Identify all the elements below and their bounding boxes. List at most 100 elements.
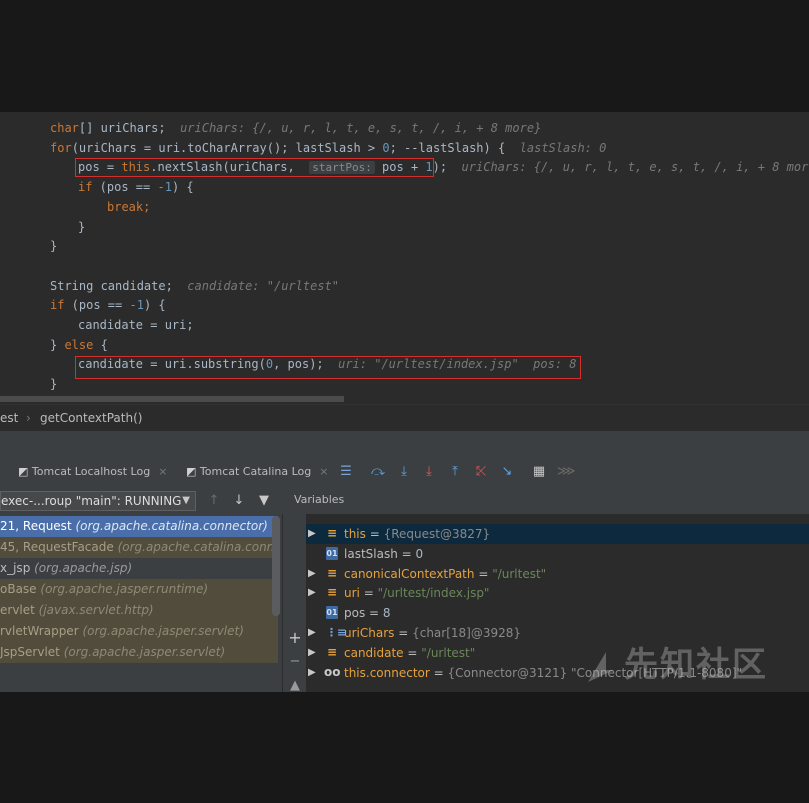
variable-name: canonicalContextPath	[344, 566, 475, 581]
variables-side-toolbar: + − ▲ ▼ ⧉ ∞	[282, 486, 307, 692]
code-line[interactable]: } else {	[50, 335, 108, 355]
editor-horizontal-scrollbar[interactable]	[0, 396, 344, 402]
expand-arrow-icon[interactable]: ▶	[308, 663, 316, 683]
expand-arrow-icon[interactable]: ▶	[308, 643, 316, 663]
frames-scrollbar[interactable]	[272, 516, 280, 616]
code-editor[interactable]: char[] uriChars; uriChars: {/, u, r, l, …	[0, 112, 809, 404]
inline-debug-value: lastSlash: 0	[519, 140, 607, 155]
watermark: 先知社区	[584, 642, 804, 688]
drop-frame-icon[interactable]: ⤪	[473, 464, 489, 480]
code-line[interactable]: String candidate; candidate: "/urltest"	[50, 276, 339, 296]
run-to-cursor-icon[interactable]: ↘	[499, 464, 515, 480]
code-token: ) {	[143, 298, 166, 313]
code-line[interactable]: candidate = uri.substring(0, pos); uri: …	[78, 354, 577, 374]
arrow-up-icon[interactable]: ▲	[287, 678, 303, 692]
code-token: candidate = uri;	[78, 318, 194, 332]
variables-header: Variables	[282, 486, 809, 514]
code-line[interactable]: }	[78, 217, 85, 237]
code-token: (pos ==	[64, 298, 130, 313]
show-execution-point-icon[interactable]: ⤼	[370, 464, 386, 480]
variable-name: uriChars	[344, 626, 395, 640]
variable-value: 0	[415, 546, 424, 561]
stack-frame[interactable]: JspServlet (org.apache.jasper.servlet)	[0, 642, 278, 663]
variable-row[interactable]: ▶ ⋮≡ uriChars = {char[18]@3928}	[306, 623, 809, 643]
expand-arrow-icon[interactable]: ▶	[308, 623, 316, 643]
frame-package: (org.apache.catalina.connector)	[117, 540, 278, 554]
menu-lines-icon[interactable]: ☰	[338, 464, 354, 480]
close-icon[interactable]: ×	[319, 465, 328, 478]
frame-package: (org.apache.jasper.runtime)	[40, 582, 209, 596]
variable-row[interactable]: 01 pos = 8	[306, 603, 809, 623]
variable-text: uri = "/urltest/index.jsp"	[344, 583, 489, 603]
variable-equals: =	[365, 527, 384, 541]
trace-icon[interactable]: ⋙	[557, 464, 576, 480]
expand-arrow-icon[interactable]: ▶	[308, 583, 316, 603]
stack-frame[interactable]: oBase (org.apache.jasper.runtime)	[0, 579, 278, 600]
variable-equals: =	[403, 645, 422, 660]
evaluate-expression-icon[interactable]: ▦	[531, 464, 547, 480]
field-icon: ≡	[326, 526, 338, 540]
tab-tomcat-catalina-log[interactable]: ◩ Tomcat Catalina Log ×	[186, 458, 328, 486]
thread-dropdown[interactable]: exec-...roup "main": RUNNING ▼	[0, 491, 196, 511]
stack-frame[interactable]: x_jsp (org.apache.jsp)	[0, 558, 278, 579]
breadcrumb-class[interactable]: est	[0, 405, 18, 431]
code-line[interactable]: for(uriChars = uri.toCharArray(); lastSl…	[50, 138, 606, 158]
arr-icon: ⋮≡	[326, 626, 347, 639]
plus-icon[interactable]: +	[287, 630, 303, 646]
code-token: }	[78, 219, 86, 234]
frame-method: rvletWrapper	[0, 624, 83, 638]
frame-method: 21, Request	[0, 519, 76, 533]
variable-row[interactable]: ▶ ≡ this = {Request@3827}	[306, 524, 809, 544]
close-icon[interactable]: ×	[158, 465, 167, 478]
variable-value: "/urltest"	[492, 566, 547, 581]
code-line[interactable]: if (pos == -1) {	[50, 295, 166, 315]
watermark-text: 先知社区	[624, 645, 768, 685]
parameter-hint: startPos:	[309, 161, 375, 175]
variable-text: pos = 8	[344, 603, 391, 623]
thread-label: exec-...roup "main": RUNNING	[1, 494, 182, 508]
code-line[interactable]: }	[50, 236, 57, 256]
arrow-down-icon[interactable]: ↓	[231, 493, 247, 509]
frame-package: (org.apache.jasper.servlet)	[63, 645, 226, 659]
code-token: {	[93, 337, 108, 352]
code-line[interactable]: char[] uriChars; uriChars: {/, u, r, l, …	[50, 118, 541, 138]
code-line[interactable]: if (pos == -1) {	[78, 177, 194, 197]
code-line[interactable]: candidate = uri;	[78, 315, 194, 335]
expand-arrow-icon[interactable]: ▶	[308, 524, 316, 544]
code-token: }	[50, 239, 58, 254]
step-over-icon[interactable]: ⤓	[396, 464, 412, 480]
breadcrumb: est › getContextPath()	[0, 404, 809, 431]
stack-frame[interactable]: ervlet (javax.servlet.http)	[0, 600, 278, 621]
frame-package: (org.apache.jasper.servlet)	[82, 624, 244, 638]
variable-row[interactable]: ▶ ≡ canonicalContextPath = "/urltest"	[306, 564, 809, 584]
tab-label: Tomcat Catalina Log	[199, 465, 312, 478]
minus-icon[interactable]: −	[287, 654, 303, 670]
thread-selector-row: exec-...roup "main": RUNNING ▼ ↑ ↓ ▼	[0, 486, 282, 516]
variable-row[interactable]: 01 lastSlash = 0	[306, 544, 809, 564]
code-line[interactable]: break;	[107, 197, 150, 217]
code-token: pos =	[78, 160, 122, 175]
code-line[interactable]: pos = this.nextSlash(uriChars, startPos:…	[78, 157, 809, 177]
code-token: if	[78, 180, 93, 195]
arrow-up-icon[interactable]: ↑	[206, 493, 222, 509]
variable-row[interactable]: ▶ ≡ uri = "/urltest/index.jsp"	[306, 583, 809, 603]
variable-name: candidate	[344, 645, 404, 660]
step-out-icon[interactable]: ⤒	[447, 464, 463, 480]
tab-tomcat-localhost-log[interactable]: ◩ Tomcat Localhost Log ×	[18, 458, 167, 486]
code-line[interactable]: }	[50, 374, 57, 394]
filter-icon[interactable]: ▼	[256, 493, 272, 509]
breadcrumb-method[interactable]: getContextPath()	[40, 405, 142, 431]
field-icon: ≡	[326, 565, 338, 580]
stack-frame[interactable]: 45, RequestFacade (org.apache.catalina.c…	[0, 537, 278, 558]
code-token: (uriChars = uri.toCharArray(); lastSlash…	[71, 140, 383, 155]
variable-value: "/urltest/index.jsp"	[377, 586, 490, 601]
code-token: char	[50, 121, 79, 135]
variables-title: Variables	[294, 493, 345, 506]
code-token: for	[50, 140, 72, 155]
stack-frame[interactable]: rvletWrapper (org.apache.jasper.servlet)	[0, 621, 278, 642]
frame-package: (org.apache.catalina.connector)	[75, 519, 268, 533]
step-into-icon[interactable]: ⤓	[421, 464, 437, 480]
code-token: -1	[129, 298, 144, 313]
stack-frame[interactable]: 21, Request (org.apache.catalina.connect…	[0, 516, 278, 537]
expand-arrow-icon[interactable]: ▶	[308, 564, 316, 584]
